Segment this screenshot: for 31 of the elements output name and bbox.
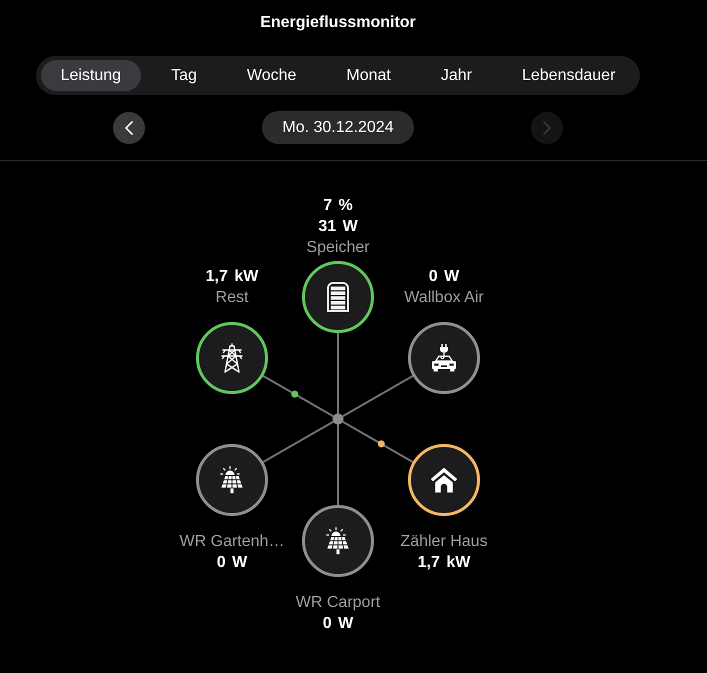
node-value: 0 W (322, 614, 354, 634)
node-label: Wallbox Air (404, 288, 484, 308)
node-value: 7 % (323, 196, 353, 216)
node-label: Zähler Haus (400, 532, 488, 552)
previous-button[interactable] (113, 112, 146, 144)
chevron-right-icon (542, 120, 551, 134)
connector-line (342, 420, 414, 463)
node-value: 1,7 kW (206, 267, 258, 287)
chevron-left-icon (125, 120, 134, 134)
tab[interactable]: Woche (226, 60, 316, 91)
hub-dot (332, 414, 344, 424)
tab[interactable]: Lebensdauer (502, 60, 636, 91)
car-plug-icon (430, 344, 458, 372)
node-label: WR Gartenh… (180, 532, 284, 552)
date-button[interactable]: Mo. 30.12.2024 (262, 111, 414, 144)
connector-line (262, 375, 334, 418)
node-label: Speicher (306, 238, 370, 258)
house-icon (430, 467, 458, 493)
node-value: 1,7 kW (418, 553, 470, 573)
node-value: 0 W (216, 553, 248, 573)
tab[interactable]: Jahr (420, 60, 492, 91)
node-label: WR Carport (296, 593, 380, 613)
node-value: 31 W (318, 217, 358, 237)
node-value: 0 W (428, 267, 460, 287)
power-pylon-icon (220, 343, 244, 373)
tab[interactable]: Tag (151, 60, 217, 91)
tab[interactable]: Leistung (40, 60, 142, 91)
tab[interactable]: Monat (326, 60, 411, 91)
battery-icon (327, 282, 349, 312)
node-label: Rest (216, 288, 248, 308)
page-title: Energieflussmonitor (260, 13, 416, 33)
